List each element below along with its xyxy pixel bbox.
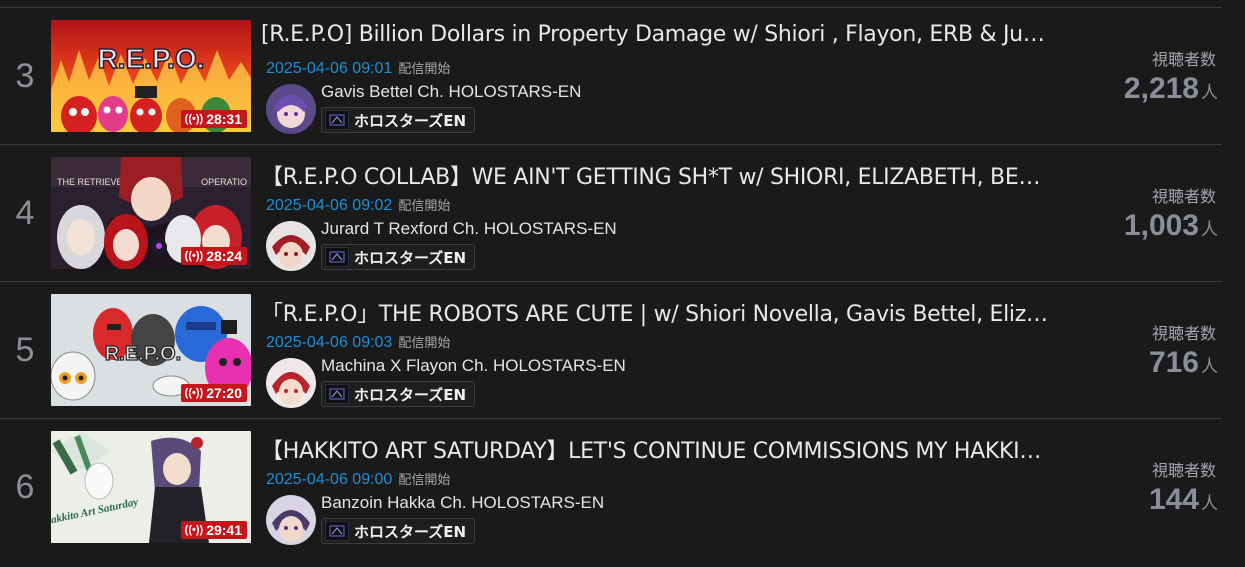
live-duration-badge: ((•)) 28:24 (180, 247, 247, 265)
viewer-count-number: 1,003 (1123, 209, 1199, 242)
group-tag-label: ホロスターズEN (354, 522, 467, 541)
live-duration-badge: ((•)) 29:41 (180, 521, 247, 539)
duration-text: 28:24 (206, 248, 242, 264)
channel-name[interactable]: Gavis Bettel Ch. HOLOSTARS-EN (321, 82, 581, 102)
live-broadcast-icon: ((•)) (184, 523, 204, 536)
duration-text: 29:41 (206, 522, 242, 538)
svg-text:R.E.P.O.: R.E.P.O. (105, 343, 181, 365)
viewer-count-unit: 人 (1201, 357, 1218, 377)
stream-status: 配信開始 (398, 62, 451, 77)
stream-title[interactable]: 【HAKKITO ART SATURDAY】LET'S CONTINUE COM… (261, 433, 1051, 465)
svg-text:R.E.P.O.: R.E.P.O. (98, 43, 205, 74)
group-tag-label: ホロスターズEN (354, 248, 467, 267)
group-tag[interactable]: ホロスターズEN (321, 518, 476, 544)
channel-avatar-icon (266, 358, 316, 408)
viewer-count-number: 144 (1148, 483, 1199, 516)
viewers-label: 視聴者数 (1151, 461, 1216, 480)
stream-row[interactable]: 5 R.E.P.O. ((•)) 27:20 「R.E.P.O」THE ROBO… (0, 281, 1222, 418)
channel-name[interactable]: Banzoin Hakka Ch. HOLOSTARS-EN (321, 493, 604, 513)
start-time: 2025-04-06 09:03 (266, 334, 393, 351)
live-broadcast-icon: ((•)) (184, 249, 204, 262)
viewer-count: 2,218 人 (1124, 72, 1218, 106)
avatar[interactable] (266, 358, 316, 408)
start-time: 2025-04-06 09:02 (266, 197, 393, 214)
start-time: 2025-04-06 09:01 (266, 60, 393, 77)
channel-name[interactable]: Jurard T Rexford Ch. HOLOSTARS-EN (321, 219, 617, 239)
group-tag-label: ホロスターズEN (354, 111, 467, 130)
viewer-count-number: 716 (1148, 346, 1199, 379)
viewer-count-unit: 人 (1201, 220, 1218, 240)
stream-thumbnail[interactable]: Hakkito Art Saturday ((•)) 29:41 (51, 431, 251, 543)
group-tag[interactable]: ホロスターズEN (321, 244, 476, 270)
viewers-label: 視聴者数 (1151, 187, 1216, 206)
rank-number: 4 (15, 193, 35, 232)
live-broadcast-icon: ((•)) (184, 112, 204, 125)
holostars-logo-icon (325, 521, 349, 541)
start-time: 2025-04-06 09:00 (266, 471, 393, 488)
stream-meta: 2025-04-06 09:03 配信開始 (266, 332, 450, 352)
group-tag[interactable]: ホロスターズEN (321, 107, 476, 133)
stream-status: 配信開始 (398, 473, 451, 488)
channel-avatar-icon (266, 495, 316, 545)
stream-row[interactable]: 3 R.E.P.O. ((•)) 28:31 [R.E.P.O] Billion… (0, 7, 1222, 144)
stream-status: 配信開始 (398, 199, 451, 214)
holostars-logo-icon (325, 110, 349, 130)
avatar[interactable] (266, 495, 316, 545)
svg-text:THE RETRIEVE: THE RETRIEVE (57, 177, 123, 187)
stream-row[interactable]: 4 THE RETRIEVE OPERATIO ((•)) 28:24 【R.E… (0, 144, 1222, 281)
channel-name[interactable]: Machina X Flayon Ch. HOLOSTARS-EN (321, 356, 626, 376)
channel-avatar-icon (266, 221, 316, 271)
viewer-count-unit: 人 (1201, 494, 1218, 514)
channel-avatar-icon (266, 84, 316, 134)
stream-list: 3 R.E.P.O. ((•)) 28:31 [R.E.P.O] Billion… (0, 0, 1245, 567)
viewers-label: 視聴者数 (1151, 324, 1216, 343)
holostars-logo-icon (325, 247, 349, 267)
group-tag[interactable]: ホロスターズEN (321, 381, 476, 407)
duration-text: 27:20 (206, 385, 242, 401)
stream-status: 配信開始 (398, 336, 451, 351)
stream-meta: 2025-04-06 09:00 配信開始 (266, 469, 450, 489)
group-tag-label: ホロスターズEN (354, 385, 467, 404)
rank-number: 5 (15, 330, 35, 369)
viewer-count: 1,003 人 (1124, 209, 1218, 243)
stream-title[interactable]: 【R.E.P.O COLLAB】WE AIN'T GETTING SH*T w/… (261, 159, 1051, 191)
avatar[interactable] (266, 221, 316, 271)
stream-meta: 2025-04-06 09:02 配信開始 (266, 195, 450, 215)
stream-meta: 2025-04-06 09:01 配信開始 (266, 58, 450, 78)
live-duration-badge: ((•)) 28:31 (180, 110, 247, 128)
viewer-count-unit: 人 (1201, 83, 1218, 103)
avatar[interactable] (266, 84, 316, 134)
stream-thumbnail[interactable]: THE RETRIEVE OPERATIO ((•)) 28:24 (51, 157, 251, 269)
live-duration-badge: ((•)) 27:20 (180, 384, 247, 402)
holostars-logo-icon (325, 384, 349, 404)
viewer-count: 144 人 (1149, 483, 1218, 517)
stream-title[interactable]: [R.E.P.O] Billion Dollars in Property Da… (261, 22, 1051, 47)
stream-thumbnail[interactable]: R.E.P.O. ((•)) 28:31 (51, 20, 251, 132)
duration-text: 28:31 (206, 111, 242, 127)
rank-number: 6 (15, 467, 35, 506)
viewer-count-number: 2,218 (1123, 72, 1199, 105)
stream-thumbnail[interactable]: R.E.P.O. ((•)) 27:20 (51, 294, 251, 406)
svg-text:OPERATIO: OPERATIO (201, 177, 247, 187)
stream-title[interactable]: 「R.E.P.O」THE ROBOTS ARE CUTE | w/ Shiori… (261, 296, 1051, 328)
rank-number: 3 (15, 56, 35, 95)
viewer-count: 716 人 (1149, 346, 1218, 380)
live-broadcast-icon: ((•)) (184, 386, 204, 399)
viewers-label: 視聴者数 (1151, 50, 1216, 69)
stream-row[interactable]: 6 Hakkito Art Saturday ((•)) 29:41 【HAKK… (0, 418, 1222, 555)
